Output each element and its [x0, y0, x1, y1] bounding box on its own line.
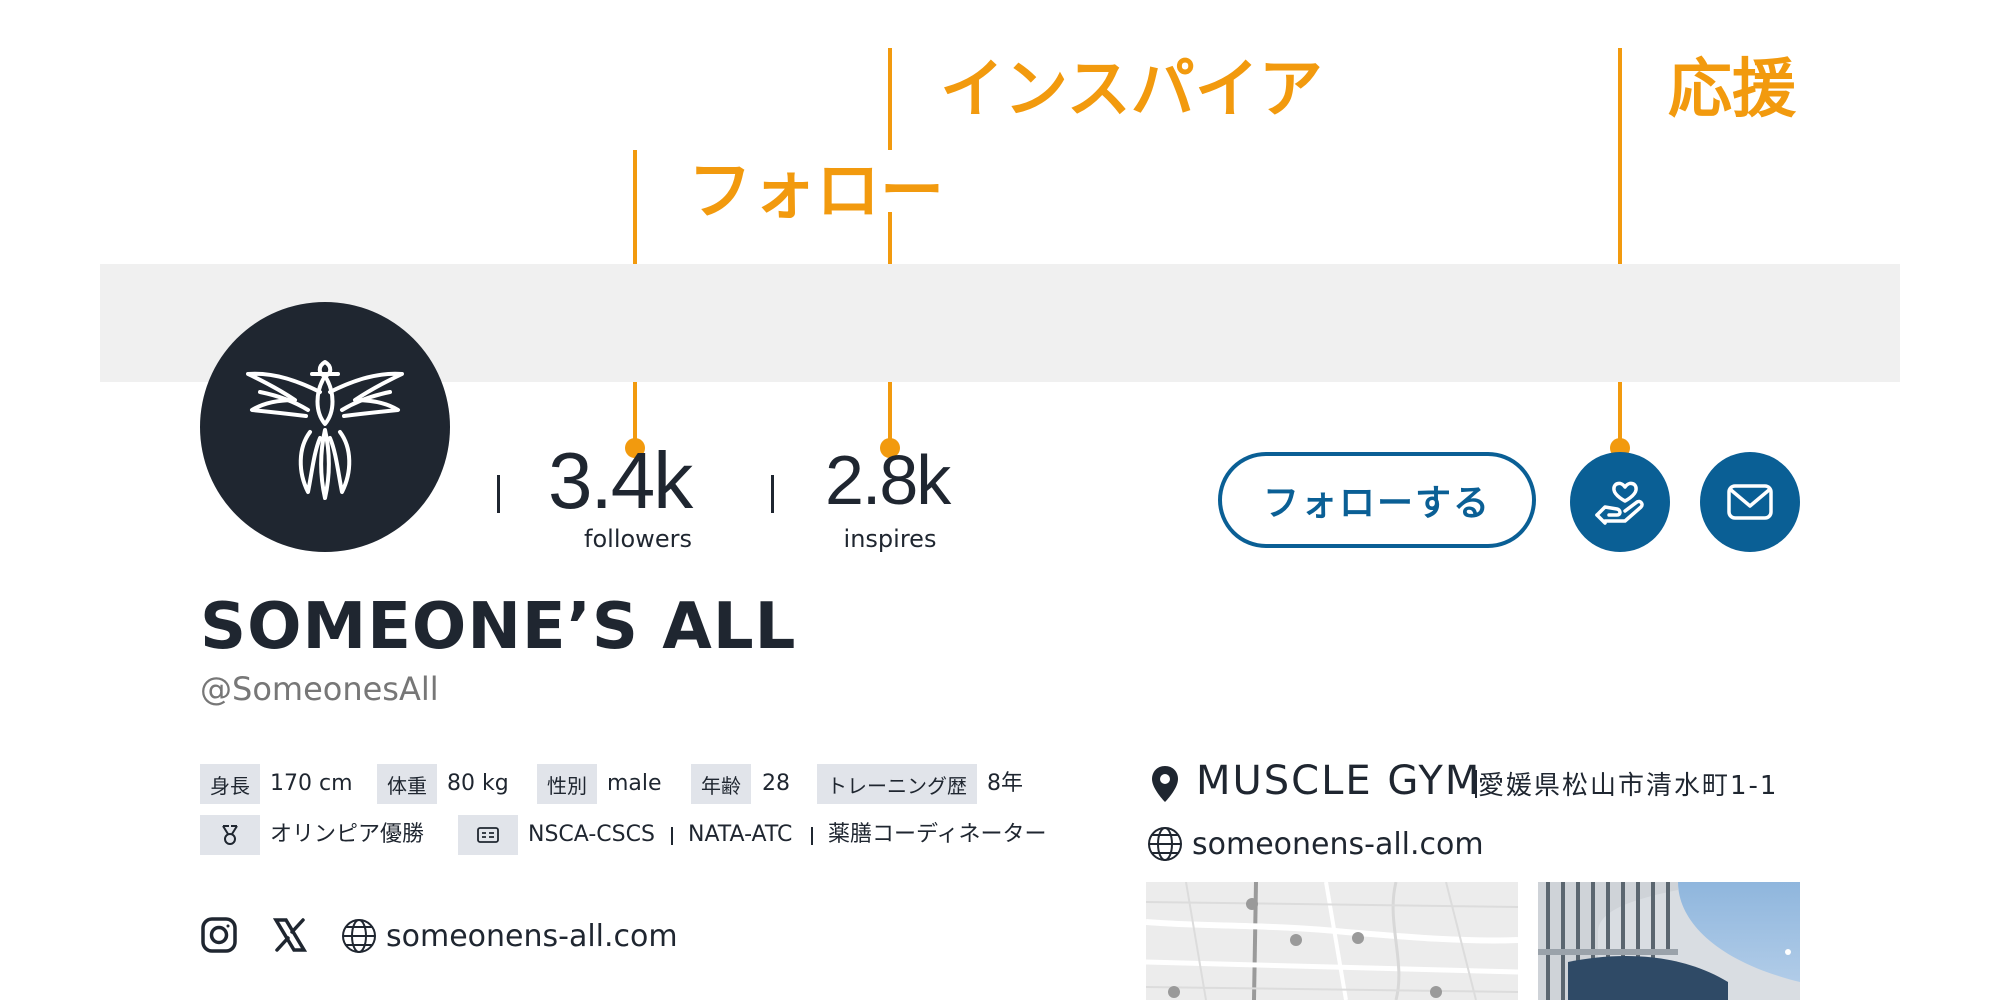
x-icon [272, 918, 308, 952]
followers-label: followers [584, 525, 692, 553]
cert-yakuzen: 薬膳コーディネーター [828, 822, 1047, 847]
stats-divider [771, 475, 774, 513]
cert-nata: NATA-ATC [688, 822, 793, 847]
annotation-line-inspires-top [888, 48, 892, 150]
gym-divider [1475, 770, 1477, 798]
location-pin-icon [1150, 764, 1180, 804]
id-card-icon [477, 827, 499, 843]
gym-map[interactable] [1146, 882, 1518, 1000]
instagram-icon [201, 917, 237, 953]
medal-icon [222, 825, 238, 845]
certification-tag [458, 815, 518, 855]
follow-button[interactable]: フォローする [1218, 452, 1536, 548]
height-value: 170 cm [270, 771, 353, 796]
mail-icon [1727, 484, 1773, 520]
globe-icon [342, 919, 376, 953]
award-tag [200, 815, 260, 855]
age-value: 28 [762, 771, 790, 796]
x-link[interactable] [272, 917, 308, 953]
cert-divider [811, 827, 813, 845]
gender-tag: 性別 [537, 764, 597, 804]
weight-value: 80 kg [447, 771, 509, 796]
stats-divider [497, 475, 500, 513]
profile-name: SOMEONE’S ALL [200, 590, 797, 664]
award-value: オリンピア優勝 [270, 822, 425, 847]
annotation-inspire: インスパイア [940, 53, 1323, 127]
cert-nsca: NSCA-CSCS [528, 822, 655, 847]
cert-divider [671, 827, 673, 845]
avatar [200, 302, 450, 552]
weight-tag: 体重 [377, 764, 437, 804]
phoenix-logo-icon [246, 360, 404, 500]
gender-value: male [607, 771, 662, 796]
gym-address: 愛媛県松山市清水町1-1 [1478, 771, 1779, 801]
height-tag: 身長 [200, 764, 260, 804]
gym-name: MUSCLE GYM [1196, 758, 1482, 804]
training-tag: トレーニング歴 [817, 764, 977, 804]
inspires-label: inspires [843, 525, 937, 553]
message-button[interactable] [1700, 452, 1800, 552]
gym-website-url[interactable]: someonens-all.com [1192, 827, 1484, 862]
globe-icon [1148, 827, 1182, 861]
profile-handle: @SomeonesAll [200, 670, 439, 708]
cheer-button[interactable] [1570, 452, 1670, 552]
training-value: 8年 [987, 771, 1023, 796]
website-url[interactable]: someonens-all.com [386, 919, 678, 954]
hand-heart-icon [1595, 481, 1644, 525]
annotation-cheer: 応援 [1668, 53, 1796, 127]
followers-count: 3.4k [548, 436, 693, 525]
instagram-link[interactable] [200, 916, 238, 954]
gym-photo [1538, 882, 1800, 1000]
inspires-count: 2.8k [825, 441, 951, 519]
annotation-follow: フォロー [688, 155, 944, 229]
age-tag: 年齢 [691, 764, 751, 804]
gym-website-link[interactable]: someonens-all.com [1146, 822, 1484, 866]
annotation-line-cheer [1618, 48, 1622, 448]
website-link[interactable]: someonens-all.com [340, 914, 678, 958]
